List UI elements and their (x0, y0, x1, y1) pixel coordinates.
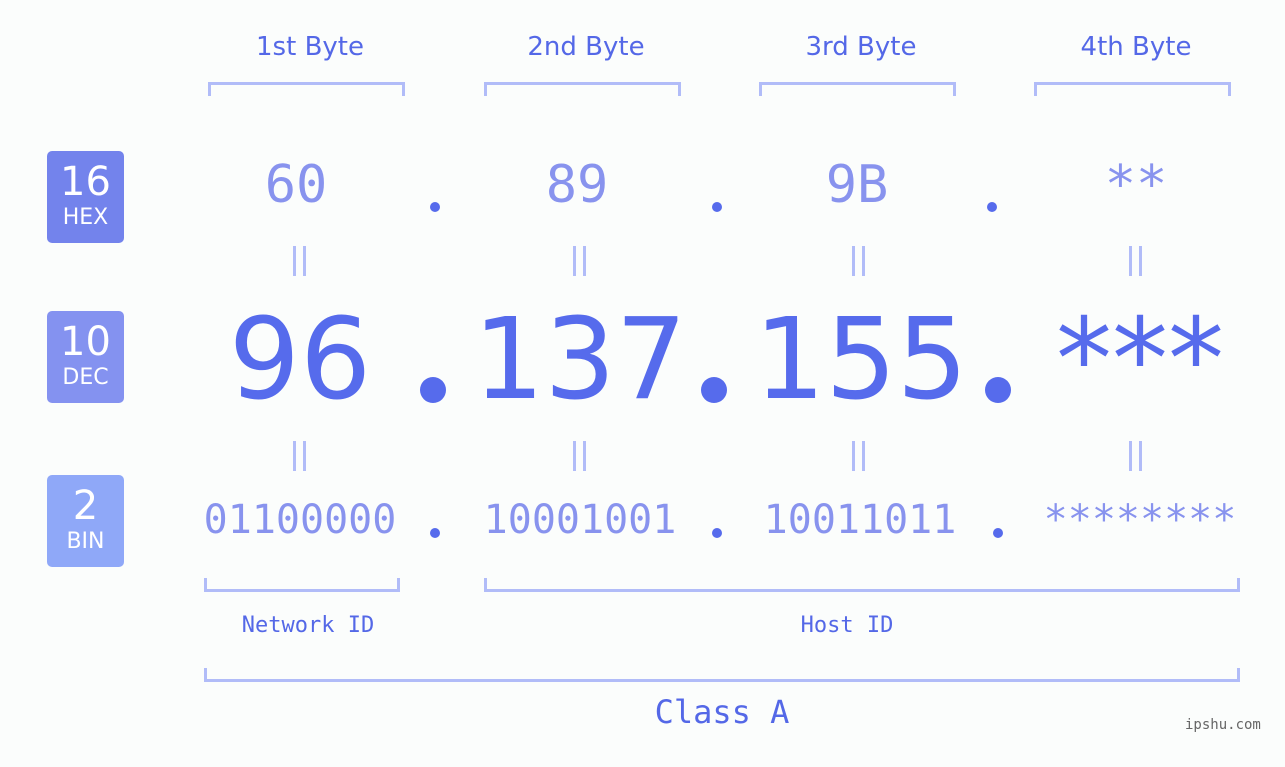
equals-icon (852, 246, 866, 276)
class-label: Class A (654, 693, 790, 731)
hex-badge: 16 HEX (47, 151, 124, 243)
bin-badge-label: BIN (66, 529, 105, 554)
byte-header-3: 3rd Byte (805, 32, 917, 62)
dec-byte-3: 155 (754, 295, 968, 425)
dec-badge-label: DEC (62, 365, 109, 390)
network-id-bracket (204, 578, 400, 592)
bin-dot-3 (993, 528, 1003, 538)
hex-byte-1: 60 (264, 155, 328, 215)
dec-byte-1: 96 (228, 295, 372, 425)
byte-header-1: 1st Byte (256, 32, 364, 62)
class-bracket (204, 668, 1240, 682)
equals-icon (293, 441, 307, 471)
bin-badge: 2 BIN (47, 475, 124, 567)
equals-icon (293, 246, 307, 276)
byte-bracket-2 (484, 82, 681, 96)
byte-bracket-3 (759, 82, 956, 96)
watermark: ipshu.com (1185, 717, 1261, 733)
bin-byte-4: ******** (1043, 497, 1237, 543)
byte-header-4: 4th Byte (1080, 32, 1192, 62)
host-id-bracket (484, 578, 1240, 592)
dec-dot-2 (701, 377, 727, 403)
hex-byte-4: ** (1104, 155, 1168, 215)
hex-badge-number: 16 (60, 159, 111, 205)
host-id-label: Host ID (800, 613, 894, 638)
dec-byte-4: *** (1056, 295, 1224, 425)
bin-dot-2 (712, 528, 722, 538)
byte-bracket-4 (1034, 82, 1231, 96)
byte-header-2: 2nd Byte (527, 32, 645, 62)
equals-icon (852, 441, 866, 471)
hex-dot-2 (712, 202, 722, 212)
byte-bracket-1 (208, 82, 405, 96)
dec-badge-number: 10 (60, 319, 111, 365)
dec-badge: 10 DEC (47, 311, 124, 403)
bin-byte-2: 10001001 (483, 497, 677, 543)
hex-badge-label: HEX (62, 205, 109, 230)
hex-dot-3 (987, 202, 997, 212)
hex-dot-1 (430, 202, 440, 212)
network-id-label: Network ID (241, 613, 375, 638)
dec-dot-1 (420, 377, 446, 403)
equals-icon (1129, 441, 1143, 471)
hex-byte-2: 89 (545, 155, 609, 215)
equals-icon (573, 441, 587, 471)
bin-badge-number: 2 (72, 483, 99, 529)
bin-byte-3: 10011011 (763, 497, 957, 543)
dec-byte-2: 137 (473, 295, 687, 425)
bin-byte-1: 01100000 (203, 497, 397, 543)
equals-icon (573, 246, 587, 276)
bin-dot-1 (430, 528, 440, 538)
dec-dot-3 (985, 377, 1011, 403)
equals-icon (1129, 246, 1143, 276)
hex-byte-3: 9B (825, 155, 889, 215)
